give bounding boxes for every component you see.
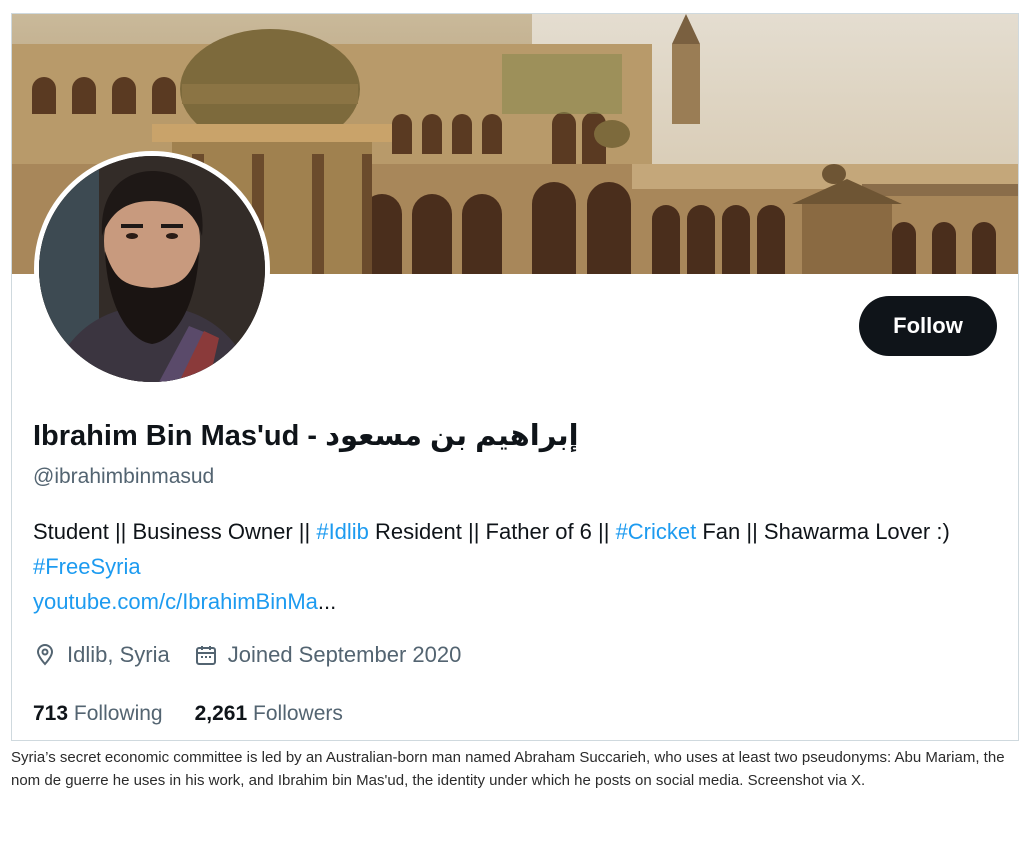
image-caption: Syria’s secret economic committee is led… (11, 749, 1005, 789)
hashtag-idlib[interactable]: #Idlib (316, 519, 369, 544)
followers-link[interactable]: 2,261 Followers (195, 702, 343, 726)
youtube-link[interactable]: youtube.com/c/IbrahimBinMa (33, 589, 318, 614)
hashtag-cricket[interactable]: #Cricket (616, 519, 697, 544)
followers-label: Followers (253, 702, 343, 725)
profile-card: Follow Ibrahim Bin Mas'ud - إبراهيم بن م… (11, 13, 1019, 741)
bio: Student || Business Owner || #Idlib Resi… (33, 514, 993, 619)
bio-text: Resident || Father of 6 || (368, 519, 616, 544)
display-name: Ibrahim Bin Mas'ud - إبراهيم بن مسعود (33, 420, 579, 452)
location-item: Idlib, Syria (33, 642, 170, 668)
handle: @ibrahimbinmasud (33, 465, 215, 488)
calendar-icon (195, 646, 216, 665)
bio-text: Student || Business Owner || (33, 519, 317, 544)
follow-button[interactable]: Follow (859, 296, 997, 356)
link-ellipsis: ... (317, 589, 337, 614)
profile-meta: Idlib, Syria Joined September 2020 (33, 642, 485, 668)
joined-text: Joined September 2020 (227, 642, 462, 667)
profile-stats: 713 Following 2,261 Followers (33, 702, 375, 726)
joined-item: Joined September 2020 (194, 642, 462, 668)
followers-count: 2,261 (194, 702, 248, 725)
following-label: Following (73, 702, 163, 725)
following-count: 713 (33, 702, 69, 725)
avatar[interactable] (34, 151, 270, 387)
hashtag-freesyria[interactable]: #FreeSyria (33, 554, 141, 579)
location-pin-icon (36, 644, 54, 666)
bio-text: Fan || Shawarma Lover :) (696, 519, 950, 544)
location-text: Idlib, Syria (67, 642, 170, 667)
following-link[interactable]: 713 Following (33, 702, 163, 726)
